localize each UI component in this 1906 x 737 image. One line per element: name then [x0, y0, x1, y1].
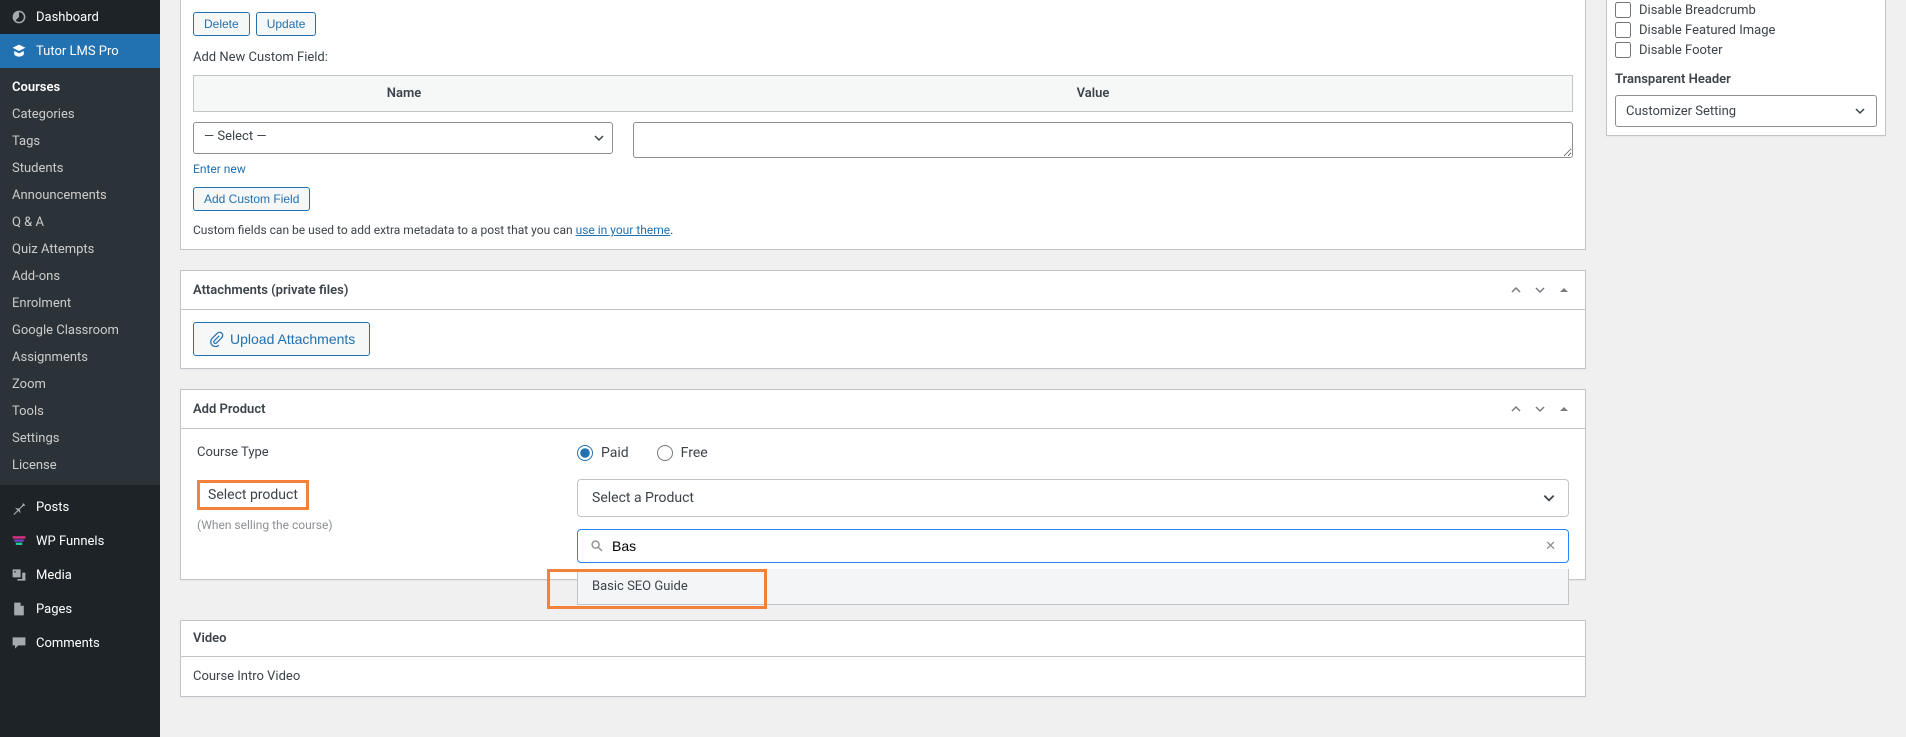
select-product-hint: (When selling the course)	[197, 518, 557, 532]
sidebar-label: Comments	[36, 636, 100, 651]
sidebar-label: Posts	[36, 500, 69, 515]
chevron-down-icon	[1854, 105, 1866, 117]
sidebar-sub-tags[interactable]: Tags	[0, 128, 160, 155]
paperclip-icon	[208, 331, 224, 347]
sidebar-item-media[interactable]: Media	[0, 558, 160, 592]
cf-value-header: Value	[614, 76, 1572, 111]
sidebar-sub-google-classroom[interactable]: Google Classroom	[0, 317, 160, 344]
free-radio[interactable]: Free	[657, 445, 708, 461]
attachments-title: Attachments (private files)	[193, 283, 348, 298]
tutor-icon	[10, 42, 28, 60]
delete-button[interactable]: Delete	[193, 12, 250, 36]
add-custom-field-button[interactable]: Add Custom Field	[193, 187, 310, 211]
sidebar-sub-addons[interactable]: Add-ons	[0, 263, 160, 290]
sidebar-sub-qa[interactable]: Q & A	[0, 209, 160, 236]
sidebar-item-dashboard[interactable]: Dashboard	[0, 0, 160, 34]
search-results-dropdown: Basic SEO Guide	[577, 569, 1569, 605]
admin-sidebar: Dashboard Tutor LMS Pro Courses Categori…	[0, 0, 160, 737]
disable-footer-checkbox[interactable]: Disable Footer	[1615, 40, 1877, 60]
free-radio-input[interactable]	[657, 445, 673, 461]
sidebar-item-comments[interactable]: Comments	[0, 626, 160, 660]
sidebar-sub-courses[interactable]: Courses	[0, 74, 160, 101]
move-down-icon[interactable]	[1531, 281, 1549, 299]
sidebar-label: Media	[36, 568, 72, 583]
custom-fields-metabox: Delete Update Add New Custom Field: Name…	[180, 0, 1586, 250]
add-product-title: Add Product	[193, 402, 265, 417]
search-result-item[interactable]: Basic SEO Guide	[578, 569, 1568, 604]
update-button[interactable]: Update	[256, 12, 317, 36]
chevron-down-icon	[1542, 491, 1556, 505]
media-icon	[10, 566, 28, 584]
sidebar-sub-zoom[interactable]: Zoom	[0, 371, 160, 398]
cf-name-header: Name	[194, 76, 614, 111]
sidebar-sub-quiz-attempts[interactable]: Quiz Attempts	[0, 236, 160, 263]
paid-radio[interactable]: Paid	[577, 445, 629, 461]
collapse-icon[interactable]	[1555, 281, 1573, 299]
add-new-custom-field-label: Add New Custom Field:	[193, 50, 1573, 65]
sidebar-sub-students[interactable]: Students	[0, 155, 160, 182]
sidebar-item-wp-funnels[interactable]: WP Funnels	[0, 524, 160, 558]
sidebar-sub-announcements[interactable]: Announcements	[0, 182, 160, 209]
sidebar-label: Pages	[36, 602, 72, 617]
comments-icon	[10, 634, 28, 652]
sidebar-sub-tools[interactable]: Tools	[0, 398, 160, 425]
select-product-dropdown[interactable]: Select a Product	[577, 479, 1569, 517]
search-icon	[590, 539, 604, 553]
custom-field-table-header: Name Value	[193, 75, 1573, 112]
sidebar-label: WP Funnels	[36, 534, 104, 549]
move-up-icon[interactable]	[1507, 400, 1525, 418]
use-in-theme-link[interactable]: use in your theme	[576, 223, 671, 237]
disable-breadcrumb-checkbox[interactable]: Disable Breadcrumb	[1615, 0, 1877, 20]
sidebar-sub-license[interactable]: License	[0, 452, 160, 479]
sidebar-sub-categories[interactable]: Categories	[0, 101, 160, 128]
clear-search-icon[interactable]: ✕	[1545, 539, 1556, 554]
sidebar-item-posts[interactable]: Posts	[0, 490, 160, 524]
pages-icon	[10, 600, 28, 618]
cf-name-select[interactable]: — Select —	[193, 122, 613, 154]
transparent-header-select[interactable]: Customizer Setting	[1615, 95, 1877, 127]
move-up-icon[interactable]	[1507, 281, 1525, 299]
add-product-metabox: Add Product Course Type Select product (…	[180, 389, 1586, 580]
sidebar-label: Dashboard	[36, 10, 99, 25]
sidebar-item-tutor-lms[interactable]: Tutor LMS Pro	[0, 34, 160, 68]
course-intro-video-label: Course Intro Video	[193, 669, 1573, 684]
product-search-input[interactable]	[612, 538, 1545, 554]
sidebar-sub-settings[interactable]: Settings	[0, 425, 160, 452]
sidebar-item-pages[interactable]: Pages	[0, 592, 160, 626]
cf-name-select-value: — Select —	[193, 122, 613, 154]
select-product-label-highlight: Select product	[197, 480, 309, 510]
disable-featured-image-checkbox[interactable]: Disable Featured Image	[1615, 20, 1877, 40]
paid-radio-input[interactable]	[577, 445, 593, 461]
upload-attachments-button[interactable]: Upload Attachments	[193, 322, 370, 356]
product-search-box[interactable]: ✕	[577, 529, 1569, 563]
sidebar-submenu: Courses Categories Tags Students Announc…	[0, 68, 160, 485]
attachments-metabox: Attachments (private files) Upload Attac…	[180, 270, 1586, 369]
move-down-icon[interactable]	[1531, 400, 1549, 418]
enter-new-link[interactable]: Enter new	[193, 162, 246, 176]
sidebar-sub-enrolment[interactable]: Enrolment	[0, 290, 160, 317]
sidebar-label: Tutor LMS Pro	[36, 44, 119, 59]
page-settings-metabox: Disable Breadcrumb Disable Featured Imag…	[1606, 0, 1886, 136]
funnel-icon	[10, 532, 28, 550]
cf-value-textarea[interactable]	[633, 122, 1573, 158]
video-metabox: Video Course Intro Video	[180, 620, 1586, 697]
pin-icon	[10, 498, 28, 516]
custom-fields-help-text: Custom fields can be used to add extra m…	[193, 223, 1573, 237]
course-type-label: Course Type	[197, 445, 557, 460]
sidebar-sub-assignments[interactable]: Assignments	[0, 344, 160, 371]
course-type-radios: Paid Free	[577, 445, 1569, 461]
collapse-icon[interactable]	[1555, 400, 1573, 418]
transparent-header-label: Transparent Header	[1615, 72, 1877, 87]
dashboard-icon	[10, 8, 28, 26]
video-title: Video	[193, 631, 227, 646]
